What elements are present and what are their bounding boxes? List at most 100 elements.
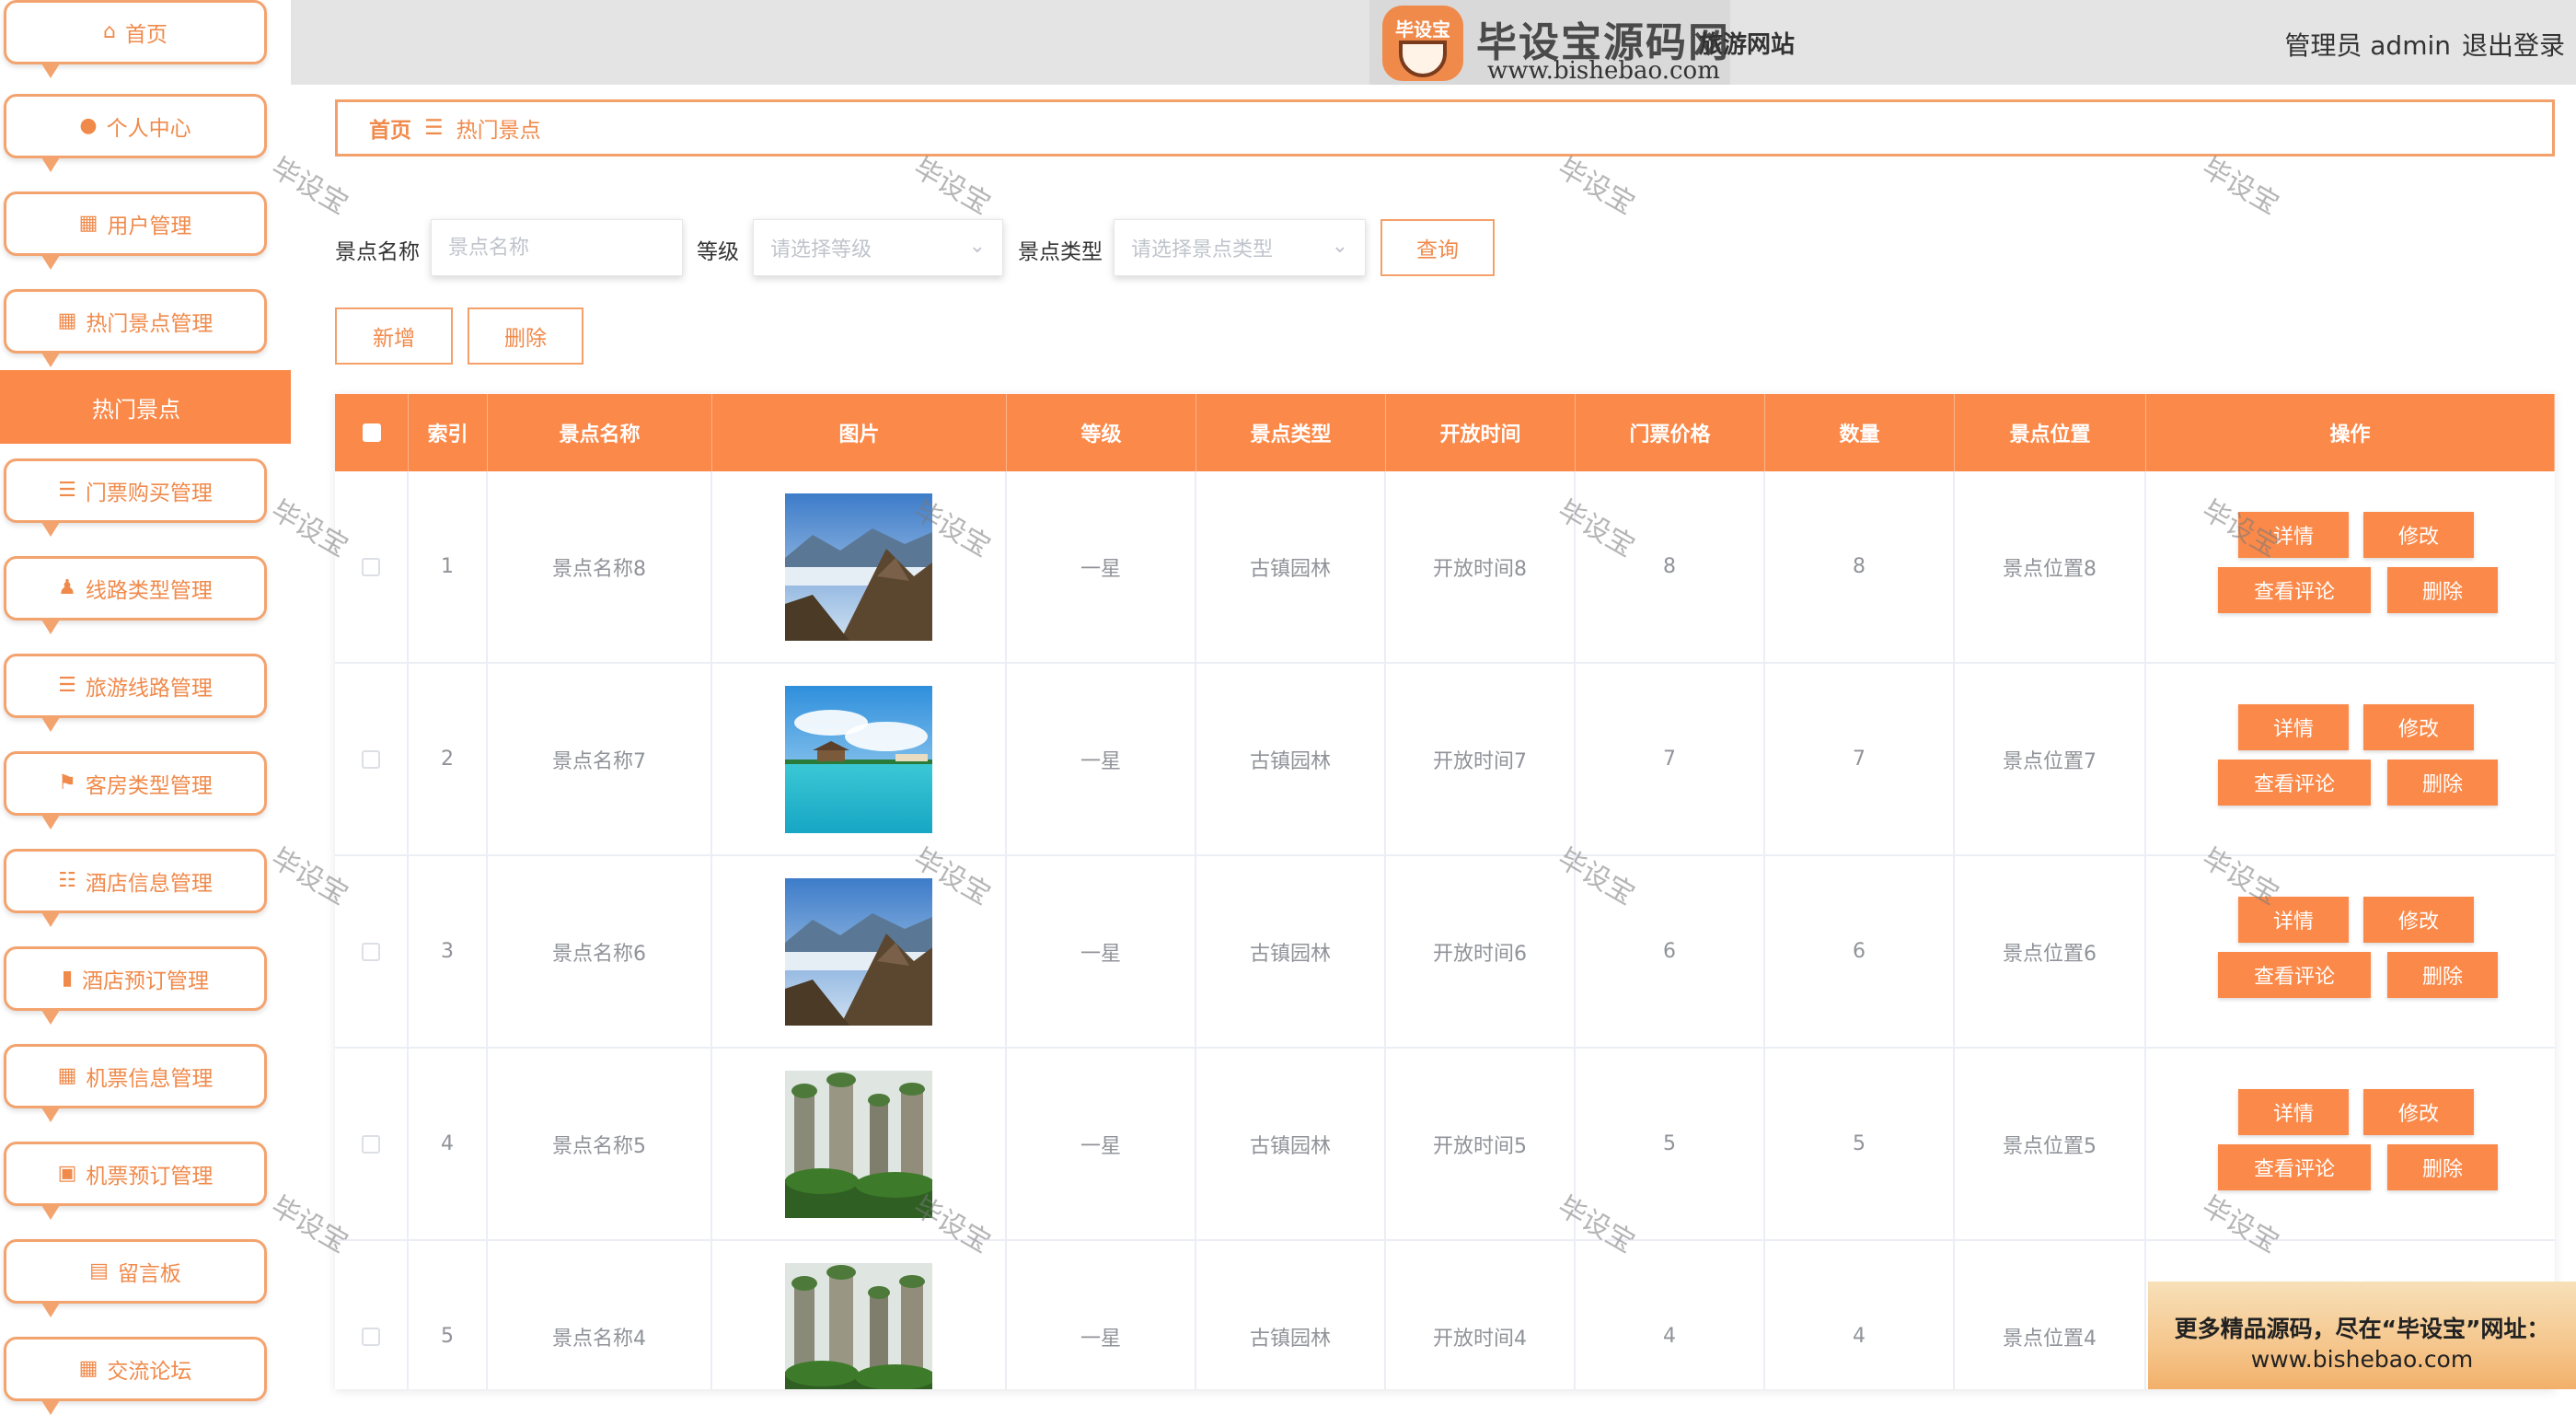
top-bar: 毕设宝 毕设宝源码网 www.bishebao.com 旅游网站 管理员 adm… bbox=[291, 0, 2576, 85]
watermark: 毕设宝 bbox=[1552, 151, 1640, 222]
comments-button[interactable]: 查看评论 bbox=[2218, 1144, 2371, 1190]
pillars-thumbnail-image bbox=[785, 1262, 932, 1389]
detail-button[interactable]: 详情 bbox=[2238, 512, 2349, 558]
sidebar-item-3[interactable]: ▦ 用户管理 bbox=[4, 191, 267, 270]
sidebar-item-14[interactable]: ▦ 交流论坛 bbox=[4, 1337, 267, 1415]
level-select[interactable]: 请选择等级 ⌄ bbox=[753, 219, 1003, 276]
row-select-cell bbox=[335, 1241, 409, 1389]
row-checkbox[interactable] bbox=[362, 749, 380, 769]
cell-price: 7 bbox=[1576, 664, 1765, 854]
sidebar-item-11[interactable]: ▦ 机票信息管理 bbox=[4, 1044, 267, 1122]
sidebar-item-9[interactable]: ☷ 酒店信息管理 bbox=[4, 849, 267, 927]
sidebar-item-8[interactable]: ⚑ 客房类型管理 bbox=[4, 751, 267, 829]
row-actions: 详情修改查看评论删除 bbox=[2146, 664, 2555, 854]
table-header: 索引 景点名称 图片 等级 景点类型 开放时间 门票价格 数量 景点位置 操作 bbox=[335, 394, 2555, 471]
sidebar-item-label: 线路类型管理 bbox=[85, 579, 213, 603]
detail-button[interactable]: 详情 bbox=[2238, 897, 2349, 943]
select-all-checkbox[interactable] bbox=[362, 423, 381, 442]
detail-button[interactable]: 详情 bbox=[2238, 1089, 2349, 1135]
sidebar-item-1[interactable]: ⌂ 首页 bbox=[4, 0, 267, 78]
spot-thumbnail-cell bbox=[712, 856, 1007, 1047]
column-header[interactable]: 索引 bbox=[409, 394, 488, 471]
add-button[interactable]: 新增 bbox=[335, 307, 453, 365]
level-filter-label: 等级 bbox=[697, 240, 739, 264]
column-header[interactable]: 景点类型 bbox=[1196, 394, 1386, 471]
detail-button[interactable]: 详情 bbox=[2238, 704, 2349, 750]
home-icon: ⌂ bbox=[103, 20, 116, 43]
type-filter-label: 景点类型 bbox=[1018, 240, 1103, 264]
column-header[interactable]: 门票价格 bbox=[1576, 394, 1765, 471]
row-checkbox[interactable] bbox=[362, 942, 380, 961]
delete-button[interactable]: 删除 bbox=[2387, 760, 2498, 806]
cell-level: 一星 bbox=[1007, 1241, 1196, 1389]
type-select-placeholder: 请选择景点类型 bbox=[1131, 238, 1274, 261]
beach-thumbnail-image bbox=[785, 685, 932, 833]
list-icon: ☰ bbox=[58, 674, 76, 697]
column-header[interactable]: 景点位置 bbox=[1955, 394, 2146, 471]
breadcrumb-home[interactable]: 首页 bbox=[369, 112, 411, 144]
chevron-down-icon: ⌄ bbox=[968, 235, 986, 258]
row-checkbox[interactable] bbox=[362, 1134, 380, 1154]
delete-button[interactable]: 删除 bbox=[2387, 952, 2498, 998]
edit-button[interactable]: 修改 bbox=[2363, 512, 2474, 558]
cell-price: 8 bbox=[1576, 471, 1765, 662]
sidebar-item-13[interactable]: ▤ 留言板 bbox=[4, 1239, 267, 1317]
comments-button[interactable]: 查看评论 bbox=[2218, 567, 2371, 613]
name-filter-input[interactable] bbox=[431, 219, 683, 276]
table-row: 4 景点名称5 一星 古镇园林 开放时间5 5 5 景点位置5 详情 修改 查看评论 删除 bbox=[335, 1049, 2555, 1241]
sidebar-item-6[interactable]: ♟ 线路类型管理 bbox=[4, 556, 267, 634]
row-select-cell bbox=[335, 1049, 409, 1239]
chevron-down-icon: ⌄ bbox=[1331, 235, 1348, 258]
sidebar-item-label: 酒店信息管理 bbox=[85, 872, 213, 896]
delete-button[interactable]: 删除 bbox=[2387, 1144, 2498, 1190]
comments-button[interactable]: 查看评论 bbox=[2218, 952, 2371, 998]
name-filter-label: 景点名称 bbox=[335, 240, 420, 264]
edit-button[interactable]: 修改 bbox=[2363, 704, 2474, 750]
logout-link[interactable]: 退出登录 bbox=[2462, 26, 2565, 63]
column-header[interactable]: 开放时间 bbox=[1386, 394, 1576, 471]
promo-line-2: www.bishebao.com bbox=[2250, 1346, 2474, 1373]
table-row: 1 景点名称8 一星 古镇园林 开放时间8 8 8 景点位置8 详情 修改 查看评论 删除 bbox=[335, 471, 2555, 664]
sidebar-subitem-active[interactable]: 热门景点 bbox=[0, 370, 291, 444]
type-select[interactable]: 请选择景点类型 ⌄ bbox=[1114, 219, 1366, 276]
row-select-cell bbox=[335, 856, 409, 1047]
sidebar-item-label: 交流论坛 bbox=[107, 1360, 192, 1384]
cell-location: 景点位置5 bbox=[1955, 1049, 2146, 1239]
cell-open-time: 开放时间7 bbox=[1386, 664, 1576, 854]
sidebar-item-10[interactable]: ▮ 酒店预订管理 bbox=[4, 946, 267, 1025]
briefcase-icon: ▣ bbox=[57, 1162, 77, 1185]
cell-count: 6 bbox=[1765, 856, 1955, 1047]
edit-button[interactable]: 修改 bbox=[2363, 897, 2474, 943]
comments-button[interactable]: 查看评论 bbox=[2218, 760, 2371, 806]
cell-open-time: 开放时间4 bbox=[1386, 1241, 1576, 1389]
person-icon: ♟ bbox=[58, 576, 76, 599]
watermark: 毕设宝 bbox=[2196, 151, 2284, 222]
query-button[interactable]: 查询 bbox=[1380, 219, 1495, 276]
sidebar-item-4[interactable]: ▦ 热门景点管理 bbox=[4, 289, 267, 367]
promo-line-1: 更多精品源码，尽在“毕设宝”网址： bbox=[2174, 1316, 2550, 1342]
column-header[interactable]: 图片 bbox=[712, 394, 1007, 471]
cell-name: 景点名称5 bbox=[488, 1049, 712, 1239]
column-header[interactable]: 操作 bbox=[2146, 394, 2555, 471]
sidebar-item-12[interactable]: ▣ 机票预订管理 bbox=[4, 1142, 267, 1220]
column-header[interactable]: 等级 bbox=[1007, 394, 1196, 471]
row-checkbox[interactable] bbox=[362, 557, 380, 576]
sidebar-item-7[interactable]: ☰ 旅游线路管理 bbox=[4, 654, 267, 732]
pillars-thumbnail-image bbox=[785, 1070, 932, 1218]
sidebar-item-2[interactable]: ● 个人中心 bbox=[4, 94, 267, 172]
logo-badge-icon: 毕设宝 bbox=[1382, 6, 1463, 81]
edit-button[interactable]: 修改 bbox=[2363, 1089, 2474, 1135]
row-checkbox[interactable] bbox=[362, 1327, 380, 1346]
flag-icon: ⚑ bbox=[58, 771, 76, 794]
sidebar-item-5[interactable]: ☰ 门票购买管理 bbox=[4, 458, 267, 537]
cell-count: 4 bbox=[1765, 1241, 1955, 1389]
cell-count: 7 bbox=[1765, 664, 1955, 854]
cell-index: 1 bbox=[409, 471, 488, 662]
sidebar-item-label: 酒店预订管理 bbox=[82, 969, 210, 993]
sidebar-item-label: 机票信息管理 bbox=[86, 1067, 214, 1091]
column-header[interactable]: 景点名称 bbox=[488, 394, 712, 471]
cell-open-time: 开放时间6 bbox=[1386, 856, 1576, 1047]
batch-delete-button[interactable]: 删除 bbox=[468, 307, 583, 365]
delete-button[interactable]: 删除 bbox=[2387, 567, 2498, 613]
column-header[interactable]: 数量 bbox=[1765, 394, 1955, 471]
